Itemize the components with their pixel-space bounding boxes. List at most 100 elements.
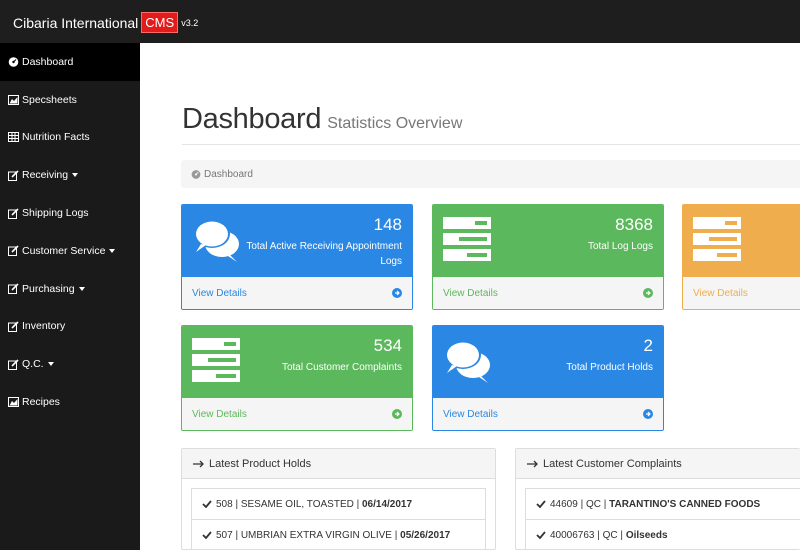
list-item-text: 508 | SESAME OIL, TOASTED |: [216, 498, 360, 510]
check-icon: [536, 531, 546, 539]
sidebar-item-inventory[interactable]: Inventory: [0, 308, 140, 346]
edit-icon: [8, 321, 19, 332]
check-icon: [202, 500, 212, 508]
edit-icon: [8, 283, 19, 295]
stat-panel-log-logs: 8368 Total Log Logs View Details: [432, 204, 664, 310]
sidebar-item-qc[interactable]: Q.C.: [0, 345, 140, 383]
view-details-label: View Details: [192, 287, 247, 299]
caret-down-icon: [47, 362, 54, 367]
stat-count: 534: [373, 336, 402, 355]
sidebar-item-receiving[interactable]: Receiving: [0, 156, 140, 194]
caret-down-icon: [72, 173, 79, 178]
sidebar-item-label: Receiving: [22, 169, 69, 182]
edit-icon: [8, 208, 19, 219]
list-item[interactable]: 507 | UMBRIAN EXTRA VIRGIN OLIVE | 05/26…: [192, 520, 485, 549]
cms-badge: CMS: [141, 12, 179, 33]
page-title: Dashboard: [182, 103, 322, 135]
area-chart-icon: [8, 94, 19, 105]
panel-title: Latest Product Holds: [209, 457, 312, 470]
caret-down-icon: [109, 248, 116, 253]
long-arrow-right-icon: [527, 460, 538, 467]
long-arrow-right-icon: [193, 460, 204, 467]
list-item-date: 06/14/2017: [362, 498, 413, 510]
sidebar-item-label: Inventory: [22, 320, 66, 333]
check-icon: [536, 500, 546, 508]
stat-label: Total Product Holds: [566, 362, 653, 373]
complaints-list: 44609 | QC | TARANTINO'S CANNED FOODS 40…: [525, 488, 800, 549]
stat-panel-customer-complaints: 534 Total Customer Complaints View Detai…: [181, 325, 413, 431]
sidebar-item-recipes[interactable]: Recipes: [0, 383, 140, 421]
product-holds-list: 508 | SESAME OIL, TOASTED | 06/14/2017 5…: [191, 488, 486, 549]
stat-panel-receiving: 148 Total Active Receiving Appointment L…: [181, 204, 413, 310]
sidebar-item-label: Nutrition Facts: [22, 131, 90, 144]
caret-down-icon: [78, 286, 85, 291]
panel-title: Latest Customer Complaints: [543, 457, 682, 470]
view-details-label: View Details: [443, 287, 498, 299]
page-header: Dashboard Statistics Overview: [182, 103, 800, 145]
sidebar-item-label: Recipes: [22, 396, 60, 409]
dashboard-icon: [8, 56, 19, 68]
stat-count: 2: [643, 336, 653, 355]
list-item-customer: TARANTINO'S CANNED FOODS: [609, 498, 761, 510]
view-details-link[interactable]: View Details: [683, 277, 800, 309]
tasks-icon: [192, 338, 242, 387]
sidebar-item-shipping-logs[interactable]: Shipping Logs: [0, 194, 140, 232]
page-subtitle: Statistics Overview: [327, 115, 463, 132]
stat-count: 148: [373, 215, 402, 234]
comments-icon: [443, 338, 493, 387]
latest-customer-complaints-panel: Latest Customer Complaints 44609 | QC | …: [515, 448, 800, 550]
list-item-customer: Oilseeds: [625, 529, 668, 541]
dashboard-icon: [191, 170, 201, 179]
sidebar: Dashboard Specsheets Nutrition Facts Rec…: [0, 43, 140, 550]
arrow-circle-right-icon: [392, 409, 402, 419]
list-item[interactable]: 44609 | QC | TARANTINO'S CANNED FOODS: [526, 489, 800, 520]
list-item[interactable]: 40006763 | QC | Oilseeds: [526, 520, 800, 549]
tasks-icon: [443, 217, 493, 266]
stat-panel-orange: View Details: [682, 204, 800, 310]
stat-label: Total Active Receiving Appointment Logs: [246, 241, 402, 267]
edit-icon: [8, 245, 19, 257]
area-chart-icon: [8, 397, 19, 408]
view-details-label: View Details: [443, 408, 498, 420]
sidebar-item-specsheets[interactable]: Specsheets: [0, 81, 140, 119]
stat-label: Total Customer Complaints: [281, 362, 402, 373]
table-icon: [8, 132, 19, 143]
list-item-text: 40006763 | QC |: [550, 529, 624, 541]
edit-icon: [8, 359, 19, 370]
view-details-link[interactable]: View Details: [433, 398, 663, 430]
tasks-icon: [693, 217, 743, 266]
arrow-circle-right-icon: [643, 409, 653, 419]
view-details-label: View Details: [693, 287, 748, 299]
sidebar-item-label: Shipping Logs: [22, 207, 89, 220]
sidebar-item-nutrition-facts[interactable]: Nutrition Facts: [0, 119, 140, 157]
sidebar-item-label: Dashboard: [22, 55, 74, 68]
view-details-label: View Details: [192, 408, 247, 420]
stat-count: 8368: [615, 215, 653, 234]
latest-product-holds-panel: Latest Product Holds 508 | SESAME OIL, T…: [181, 448, 496, 550]
sidebar-item-label: Specsheets: [22, 93, 77, 106]
list-item-date: 05/26/2017: [400, 529, 451, 541]
version-label: v3.2: [181, 17, 199, 28]
panel-heading: Latest Product Holds: [182, 449, 495, 479]
breadcrumb-item-dashboard[interactable]: Dashboard: [204, 169, 253, 180]
sidebar-item-label: Q.C.: [22, 358, 44, 371]
sidebar-item-customer-service[interactable]: Customer Service: [0, 232, 140, 270]
check-icon: [202, 531, 212, 539]
view-details-link[interactable]: View Details: [182, 398, 412, 430]
sidebar-item-label: Purchasing: [22, 282, 75, 295]
arrow-circle-right-icon: [643, 288, 653, 298]
sidebar-item-label: Customer Service: [22, 244, 106, 257]
edit-icon: [8, 170, 19, 181]
top-navbar: Cibaria International CMS v3.2: [0, 0, 800, 43]
brand-link[interactable]: Cibaria International CMS v3.2: [13, 12, 198, 33]
list-item[interactable]: 508 | SESAME OIL, TOASTED | 06/14/2017: [192, 489, 485, 520]
sidebar-item-purchasing[interactable]: Purchasing: [0, 270, 140, 308]
sidebar-item-dashboard[interactable]: Dashboard: [0, 43, 140, 81]
view-details-link[interactable]: View Details: [182, 277, 412, 309]
panel-heading: Latest Customer Complaints: [516, 449, 800, 479]
list-item-text: 507 | UMBRIAN EXTRA VIRGIN OLIVE |: [216, 529, 398, 541]
brand-name: Cibaria International: [13, 14, 139, 31]
comments-icon: [192, 217, 242, 266]
view-details-link[interactable]: View Details: [433, 277, 663, 309]
arrow-circle-right-icon: [392, 288, 402, 298]
